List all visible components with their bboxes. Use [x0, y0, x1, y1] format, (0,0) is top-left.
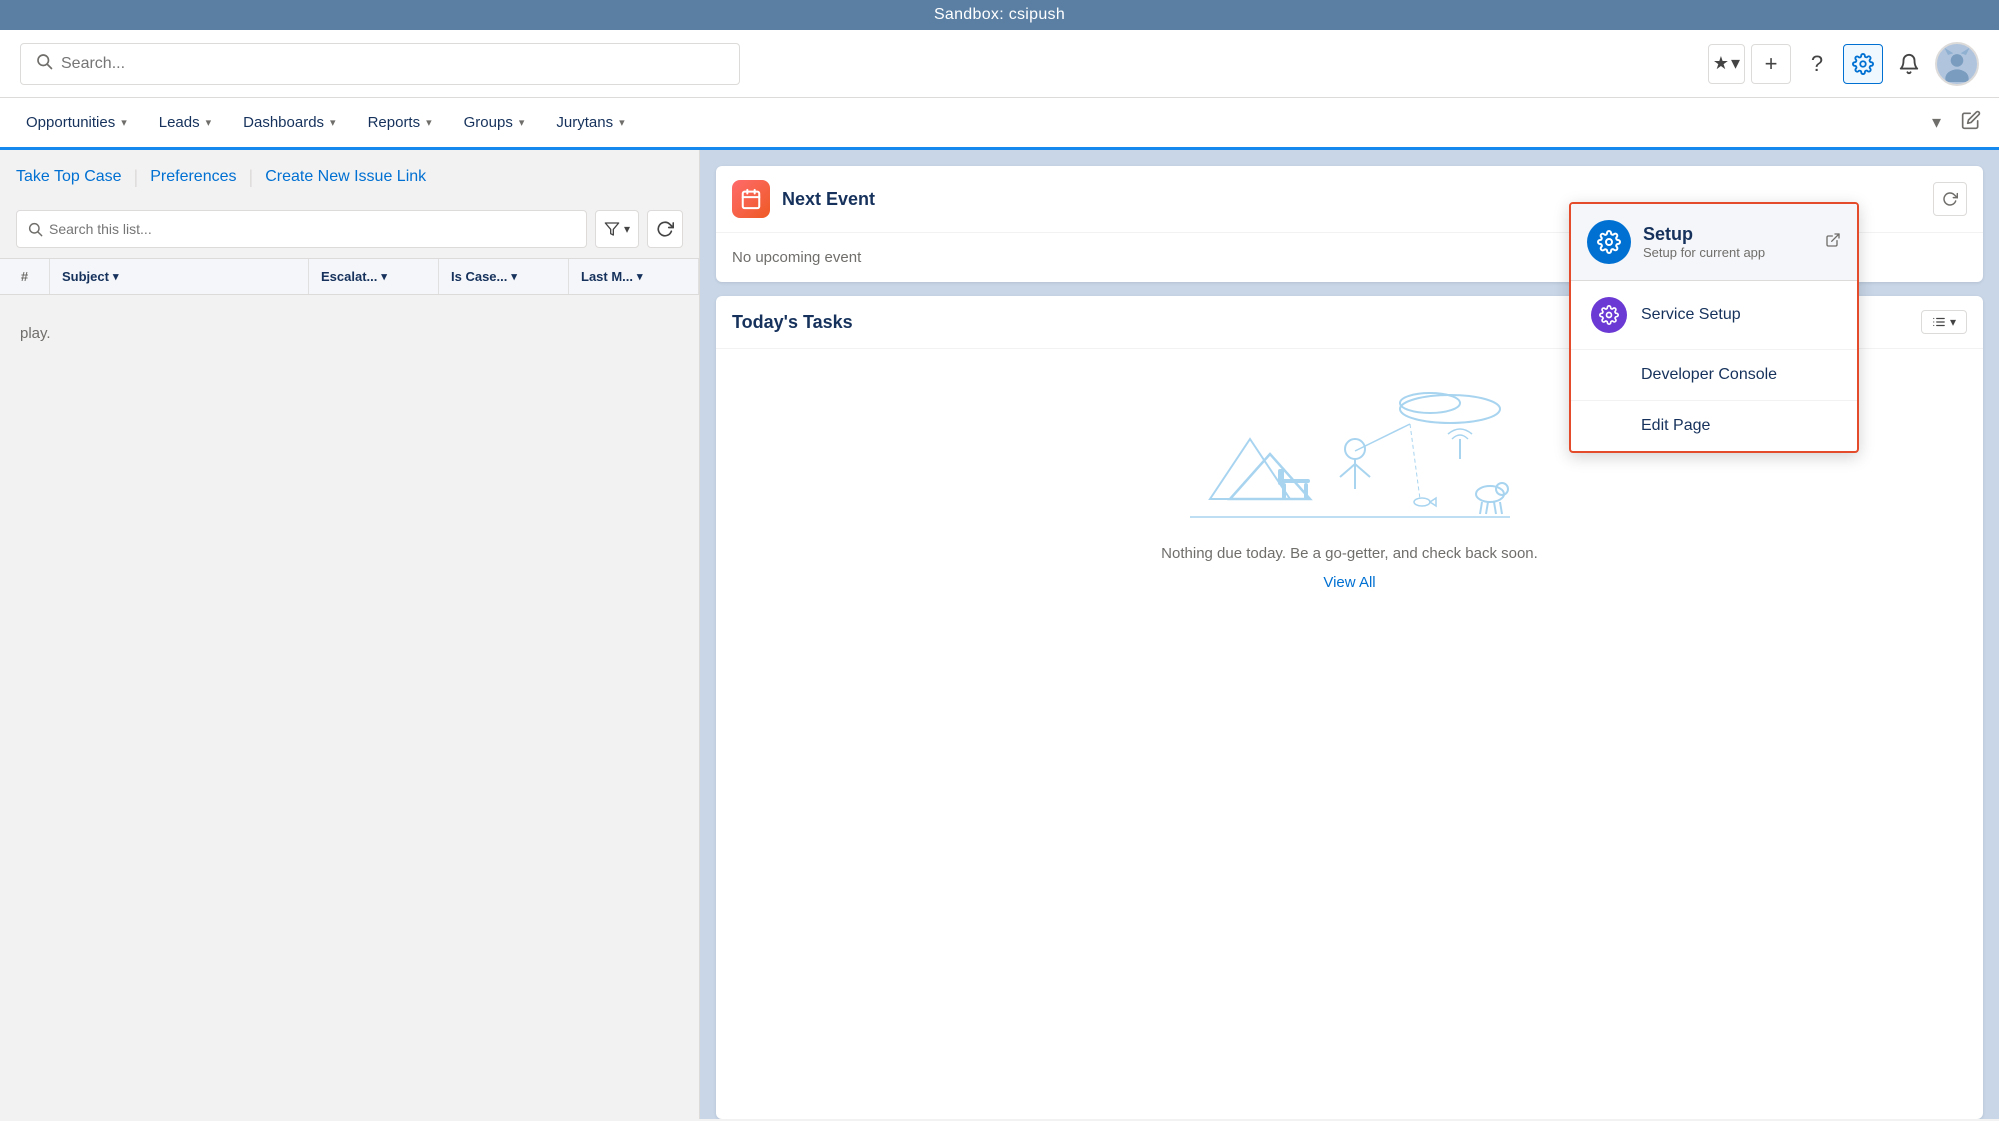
col-subject[interactable]: Subject ▾ — [50, 259, 309, 294]
tasks-illustration — [1190, 369, 1510, 529]
external-link-icon — [1825, 232, 1841, 253]
developer-console-item[interactable]: Developer Console — [1571, 350, 1857, 401]
nav-item-leads[interactable]: Leads ▾ — [143, 100, 227, 149]
empty-state: play. — [0, 295, 699, 372]
chevron-down-icon: ▾ — [1932, 112, 1941, 132]
refresh-icon — [1942, 191, 1958, 207]
favorites-button[interactable]: ★ ▾ — [1708, 44, 1745, 84]
chevron-down-icon: ▾ — [1731, 53, 1740, 74]
nav-chevron-leads: ▾ — [206, 116, 212, 129]
col-escalat[interactable]: Escalat... ▾ — [309, 259, 439, 294]
add-button[interactable]: + — [1751, 44, 1791, 84]
filter-chevron: ▾ — [624, 222, 630, 236]
setup-gear-icon — [1597, 230, 1621, 254]
table-header: # Subject ▾ Escalat... ▾ Is Case... ▾ La… — [0, 258, 699, 295]
nav-chevron-opportunities: ▾ — [121, 116, 127, 129]
tasks-filter-button[interactable]: ▾ — [1921, 310, 1967, 334]
setup-text-group: Setup Setup for current app — [1643, 224, 1813, 260]
nav-edit-button[interactable] — [1953, 106, 1989, 139]
search-list-icon — [27, 221, 43, 237]
search-input[interactable] — [61, 55, 725, 73]
search-list-input[interactable] — [49, 221, 576, 237]
setup-subtitle: Setup for current app — [1643, 245, 1813, 260]
nav-chevron-groups: ▾ — [519, 116, 525, 129]
col-lastmod[interactable]: Last M... ▾ — [569, 259, 699, 294]
nav-item-reports[interactable]: Reports ▾ — [352, 100, 448, 149]
nav-label-reports: Reports — [368, 114, 421, 131]
left-panel: Take Top Case | Preferences | Create New… — [0, 150, 700, 1119]
col-iscase[interactable]: Is Case... ▾ — [439, 259, 569, 294]
nav-label-opportunities: Opportunities — [26, 114, 115, 131]
nav-label-leads: Leads — [159, 114, 200, 131]
avatar-icon — [1939, 46, 1975, 82]
developer-console-label: Developer Console — [1591, 366, 1777, 384]
help-button[interactable]: ? — [1797, 44, 1837, 84]
nav-end-actions: ▾ — [1924, 106, 1999, 139]
panel-actions: Take Top Case | Preferences | Create New… — [0, 150, 699, 204]
service-gear-icon — [1599, 305, 1619, 325]
next-event-refresh-button[interactable] — [1933, 182, 1967, 216]
filter-button[interactable]: ▾ — [595, 210, 639, 248]
setup-icon-circle — [1587, 220, 1631, 264]
star-icon: ★ — [1713, 53, 1729, 74]
filter-tasks-icon — [1932, 315, 1946, 329]
nav-chevron-dashboards: ▾ — [330, 116, 336, 129]
gear-button[interactable] — [1843, 44, 1883, 84]
col-num: # — [0, 259, 50, 294]
notifications-button[interactable] — [1889, 44, 1929, 84]
sort-icon-lastmod: ▾ — [637, 270, 643, 283]
nav-chevron-jurytans: ▾ — [619, 116, 625, 129]
bell-icon — [1898, 53, 1920, 75]
divider-1: | — [134, 167, 139, 188]
nav-more-button[interactable]: ▾ — [1924, 108, 1949, 137]
setup-title: Setup — [1643, 224, 1813, 245]
edit-page-label: Edit Page — [1591, 417, 1710, 435]
pencil-icon — [1961, 110, 1981, 130]
sort-icon-iscase: ▾ — [511, 270, 517, 283]
service-setup-icon — [1591, 297, 1627, 333]
nav-label-jurytans: Jurytans — [556, 114, 613, 131]
view-all-link[interactable]: View All — [1323, 574, 1375, 591]
search-list-row: ▾ — [0, 204, 699, 258]
preferences-button[interactable]: Preferences — [150, 164, 236, 190]
sort-icon-subject: ▾ — [113, 270, 119, 283]
tasks-filter-chevron: ▾ — [1950, 315, 1956, 329]
nav-label-groups: Groups — [464, 114, 513, 131]
tasks-empty-text: Nothing due today. Be a go-getter, and c… — [1161, 545, 1538, 562]
search-icon — [35, 52, 53, 75]
setup-dropdown-menu: Setup Setup for current app Service Setu… — [1569, 202, 1859, 453]
next-event-title: Next Event — [782, 189, 875, 210]
main-content: Take Top Case | Preferences | Create New… — [0, 150, 1999, 1119]
create-new-issue-link-button[interactable]: Create New Issue Link — [265, 164, 426, 190]
help-icon: ? — [1811, 51, 1823, 77]
take-top-case-button[interactable]: Take Top Case — [16, 164, 122, 190]
divider-2: | — [249, 167, 254, 188]
plus-icon: + — [1765, 51, 1778, 77]
edit-page-item[interactable]: Edit Page — [1571, 401, 1857, 451]
header-actions: ★ ▾ + ? — [1708, 42, 1979, 86]
refresh-icon — [656, 220, 674, 238]
refresh-button[interactable] — [647, 210, 683, 248]
calendar-icon — [732, 180, 770, 218]
sandbox-banner: Sandbox: csipush — [0, 0, 1999, 30]
header: ★ ▾ + ? — [0, 30, 1999, 98]
service-setup-item[interactable]: Service Setup — [1571, 281, 1857, 350]
search-box[interactable] — [20, 43, 740, 85]
nav-item-groups[interactable]: Groups ▾ — [448, 100, 541, 149]
filter-icon — [604, 221, 620, 237]
sort-icon-escalat: ▾ — [381, 270, 387, 283]
gear-icon — [1852, 53, 1874, 75]
search-list-box[interactable] — [16, 210, 587, 248]
nav-label-dashboards: Dashboards — [243, 114, 324, 131]
tasks-actions: ▾ — [1921, 310, 1967, 334]
service-setup-label: Service Setup — [1641, 306, 1741, 324]
nav-item-opportunities[interactable]: Opportunities ▾ — [10, 100, 143, 149]
setup-item[interactable]: Setup Setup for current app — [1571, 204, 1857, 281]
nav-item-jurytans[interactable]: Jurytans ▾ — [540, 100, 640, 149]
nav-chevron-reports: ▾ — [426, 116, 432, 129]
tasks-title: Today's Tasks — [732, 312, 853, 333]
nav-item-dashboards[interactable]: Dashboards ▾ — [227, 100, 351, 149]
nav-bar: Opportunities ▾ Leads ▾ Dashboards ▾ Rep… — [0, 98, 1999, 150]
user-avatar-button[interactable] — [1935, 42, 1979, 86]
